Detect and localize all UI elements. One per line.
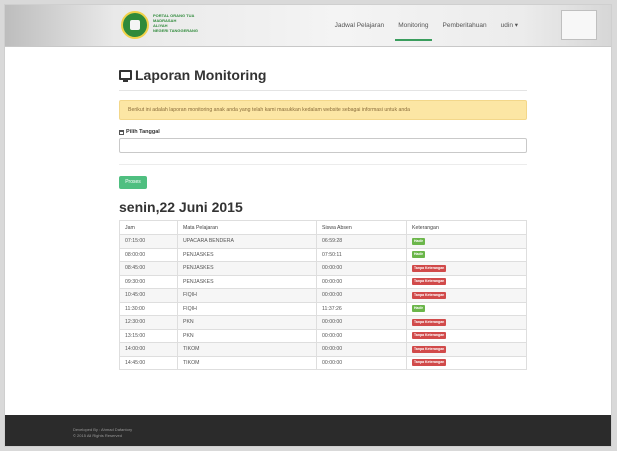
- table-row: 10:45:00 FIQIH 00:00:00 Tanpa Keterangan: [119, 288, 527, 303]
- status-badge: Tanpa Keterangan: [412, 332, 447, 340]
- status-badge: Tanpa Keterangan: [412, 291, 447, 299]
- table-row: 14:45:00 TIKOM 00:00:00 Tanpa Keterangan: [119, 355, 527, 370]
- column-header-siswa-absen: Siswa Absen: [316, 220, 407, 235]
- status-badge: Hadir: [412, 251, 425, 259]
- divider: [119, 164, 527, 165]
- day-heading: senin,22 Juni 2015: [119, 199, 243, 215]
- school-logo[interactable]: [121, 11, 149, 39]
- table-row: 08:00:00 PENJASKES 07:50:11 Hadir: [119, 247, 527, 262]
- cell-jam: 08:00:00: [119, 247, 178, 262]
- cell-jam: 14:00:00: [119, 342, 178, 357]
- browser-page: PORTAL ORANG TUA MADRASAH ALIYAH NEGERI …: [4, 4, 612, 447]
- column-header-jam: Jam: [119, 220, 178, 235]
- header-decoration: [561, 10, 597, 40]
- cell-siswa-absen: 07:50:11: [316, 247, 407, 262]
- cell-siswa-absen: 00:00:00: [316, 342, 407, 357]
- table-row: 13:15:00 PKN 00:00:00 Tanpa Keterangan: [119, 328, 527, 343]
- date-input[interactable]: [119, 138, 527, 153]
- column-header-keterangan: Keterangan: [406, 220, 527, 235]
- info-alert: Berikut ini adalah laporan monitoring an…: [119, 100, 527, 120]
- cell-siswa-absen: 00:00:00: [316, 328, 407, 343]
- status-badge: Tanpa Keterangan: [412, 359, 447, 367]
- nav-monitoring[interactable]: Monitoring: [391, 5, 435, 47]
- cell-keterangan: Tanpa Keterangan: [406, 261, 527, 276]
- cell-siswa-absen: 00:00:00: [316, 274, 407, 289]
- nav-jadwal-pelajaran[interactable]: Jadwal Pelajaran: [328, 5, 392, 47]
- calendar-icon: [119, 129, 124, 135]
- monitor-icon: [119, 70, 132, 82]
- user-menu-dropdown[interactable]: udin ▾: [494, 5, 525, 47]
- main-content: Laporan Monitoring Berikut ini adalah la…: [119, 47, 527, 370]
- table-row: 12:30:00 PKN 00:00:00 Tanpa Keterangan: [119, 315, 527, 330]
- cell-mata-pelajaran: UPACARA BENDERA: [177, 234, 317, 249]
- cell-keterangan: Tanpa Keterangan: [406, 355, 527, 370]
- cell-jam: 12:30:00: [119, 315, 178, 330]
- cell-jam: 13:15:00: [119, 328, 178, 343]
- top-navbar: PORTAL ORANG TUA MADRASAH ALIYAH NEGERI …: [5, 5, 611, 47]
- proses-button[interactable]: Proses: [119, 176, 147, 189]
- cell-siswa-absen: 00:00:00: [316, 261, 407, 276]
- cell-keterangan: Tanpa Keterangan: [406, 274, 527, 289]
- table-row: 07:15:00 UPACARA BENDERA 06:59:28 Hadir: [119, 234, 527, 249]
- cell-mata-pelajaran: FIQIH: [177, 301, 317, 316]
- status-badge: Tanpa Keterangan: [412, 278, 447, 286]
- cell-jam: 11:30:00: [119, 301, 178, 316]
- cell-jam: 07:15:00: [119, 234, 178, 249]
- cell-mata-pelajaran: TIKOM: [177, 342, 317, 357]
- cell-mata-pelajaran: PKN: [177, 315, 317, 330]
- table-row: 08:45:00 PENJASKES 00:00:00 Tanpa Keteranga…: [119, 261, 527, 276]
- cell-jam: 14:45:00: [119, 355, 178, 370]
- table-row: 11:30:00 FIQIH 11:37:26 Hadir: [119, 301, 527, 316]
- brand-text[interactable]: PORTAL ORANG TUA MADRASAH ALIYAH NEGERI …: [153, 13, 213, 33]
- table-header-row: Jam Mata Pelajaran Siswa Absen Keteranga…: [119, 220, 527, 235]
- cell-keterangan: Tanpa Keterangan: [406, 328, 527, 343]
- status-badge: Hadir: [412, 305, 425, 313]
- cell-siswa-absen: 00:00:00: [316, 355, 407, 370]
- page-footer: Developed By : Ahmad Dafantory © 2015 Al…: [5, 415, 611, 446]
- main-nav: Jadwal Pelajaran Monitoring Pemberitahua…: [328, 5, 525, 47]
- page-title-text: Laporan Monitoring: [135, 67, 267, 83]
- table-row: 14:00:00 TIKOM 00:00:00 Tanpa Keterangan: [119, 342, 527, 357]
- date-label-text: Pilih Tanggal: [126, 129, 160, 135]
- page-title: Laporan Monitoring: [119, 67, 527, 83]
- cell-keterangan: Hadir: [406, 301, 527, 316]
- status-badge: Tanpa Keterangan: [412, 345, 447, 353]
- footer-credit: Developed By : Ahmad Dafantory: [73, 427, 133, 432]
- nav-pemberitahuan[interactable]: Pemberitahuan: [436, 5, 494, 47]
- footer-copyright: © 2015 All Rights Reserved: [73, 433, 122, 438]
- cell-mata-pelajaran: PENJASKES: [177, 247, 317, 262]
- cell-keterangan: Hadir: [406, 234, 527, 249]
- cell-siswa-absen: 06:59:28: [316, 234, 407, 249]
- status-badge: Hadir: [412, 237, 425, 245]
- date-label: Pilih Tanggal: [119, 129, 527, 135]
- column-header-mata-pelajaran: Mata Pelajaran: [177, 220, 317, 235]
- status-badge: Tanpa Keterangan: [412, 318, 447, 326]
- status-badge: Tanpa Keterangan: [412, 264, 447, 272]
- cell-mata-pelajaran: FIQIH: [177, 288, 317, 303]
- cell-siswa-absen: 11:37:26: [316, 301, 407, 316]
- cell-keterangan: Tanpa Keterangan: [406, 288, 527, 303]
- monitoring-table: Jam Mata Pelajaran Siswa Absen Keteranga…: [119, 220, 527, 370]
- cell-jam: 08:45:00: [119, 261, 178, 276]
- cell-siswa-absen: 00:00:00: [316, 315, 407, 330]
- cell-jam: 10:45:00: [119, 288, 178, 303]
- cell-mata-pelajaran: PKN: [177, 328, 317, 343]
- table-row: 09:30:00 PENJASKES 00:00:00 Tanpa Keteranga…: [119, 274, 527, 289]
- cell-mata-pelajaran: TIKOM: [177, 355, 317, 370]
- cell-keterangan: Tanpa Keterangan: [406, 342, 527, 357]
- brand-line: NEGERI TANGGERANG: [153, 28, 199, 33]
- cell-keterangan: Hadir: [406, 247, 527, 262]
- cell-mata-pelajaran: PENJASKES: [177, 274, 317, 289]
- cell-mata-pelajaran: PENJASKES: [177, 261, 317, 276]
- cell-keterangan: Tanpa Keterangan: [406, 315, 527, 330]
- cell-siswa-absen: 00:00:00: [316, 288, 407, 303]
- cell-jam: 09:30:00: [119, 274, 178, 289]
- divider: [119, 90, 527, 91]
